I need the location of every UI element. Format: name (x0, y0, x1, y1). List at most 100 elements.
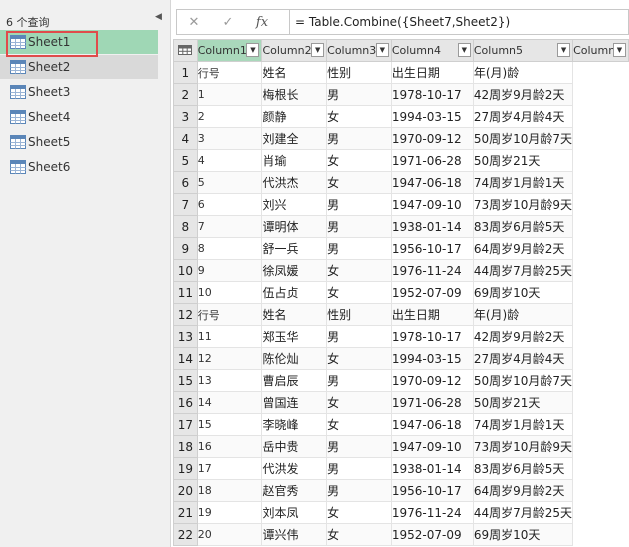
row-number[interactable]: 19 (173, 457, 198, 480)
table-cell[interactable]: 赵官秀 (261, 479, 328, 502)
table-cell[interactable]: 男 (326, 369, 392, 392)
table-cell[interactable]: 2 (196, 105, 263, 128)
column-header-4[interactable]: Column4 ▼ (390, 39, 474, 62)
row-number[interactable]: 20 (173, 479, 198, 502)
table-cell[interactable]: 16 (196, 435, 263, 458)
table-cell[interactable]: 1947-09-10 (390, 193, 474, 216)
table-cell[interactable]: 女 (326, 149, 392, 172)
row-number[interactable]: 10 (173, 259, 198, 282)
row-number[interactable]: 11 (173, 281, 198, 304)
table-cell[interactable]: 男 (326, 325, 392, 348)
table-cell[interactable]: 行号 (196, 61, 263, 84)
table-cell[interactable]: 女 (326, 259, 392, 282)
row-number[interactable]: 17 (173, 413, 198, 436)
table-cell[interactable]: 9 (196, 259, 263, 282)
query-item-sheet4[interactable]: Sheet4 (0, 105, 158, 129)
table-cell[interactable]: 1947-06-18 (390, 171, 474, 194)
table-cell[interactable]: 郑玉华 (261, 325, 328, 348)
table-cell[interactable]: 1971-06-28 (390, 391, 474, 414)
table-cell[interactable]: 女 (326, 347, 392, 370)
column-header-1[interactable]: Column1 ▼ (196, 39, 263, 62)
table-cell[interactable]: 8 (196, 237, 263, 260)
table-cell[interactable]: 1956-10-17 (390, 479, 474, 502)
table-cell[interactable]: 1952-07-09 (390, 523, 474, 546)
row-number[interactable]: 18 (173, 435, 198, 458)
row-number[interactable]: 15 (173, 369, 198, 392)
row-number[interactable]: 6 (173, 171, 198, 194)
table-cell[interactable]: 17 (196, 457, 263, 480)
query-item-sheet3[interactable]: Sheet3 (0, 80, 158, 104)
row-number[interactable]: 8 (173, 215, 198, 238)
table-cell[interactable]: 姓名 (261, 303, 328, 326)
query-item-sheet1[interactable]: Sheet1 (0, 30, 158, 54)
table-cell[interactable]: 1970-09-12 (390, 369, 474, 392)
table-cell[interactable]: 1994-03-15 (390, 347, 474, 370)
column-header-5[interactable]: Column5 ▼ (472, 39, 574, 62)
table-cell[interactable]: 5 (196, 171, 263, 194)
table-cell[interactable]: 代洪发 (261, 457, 328, 480)
table-cell[interactable]: 女 (326, 523, 392, 546)
table-cell[interactable]: 1976-11-24 (390, 259, 474, 282)
column-header-2[interactable]: Column2 ▼ (261, 39, 328, 62)
table-cell[interactable]: 69周岁10天 (472, 281, 574, 304)
table-cell[interactable]: 50周岁21天 (472, 149, 574, 172)
row-number[interactable]: 4 (173, 127, 198, 150)
chevron-down-icon[interactable]: ▼ (457, 43, 471, 57)
table-cell[interactable]: 73周岁10月龄9天 (472, 193, 574, 216)
table-cell[interactable]: 女 (326, 501, 392, 524)
table-cell[interactable]: 20 (196, 523, 263, 546)
table-cell[interactable]: 谭明体 (261, 215, 328, 238)
table-cell[interactable]: 42周岁9月龄2天 (472, 325, 574, 348)
table-cell[interactable]: 50周岁21天 (472, 391, 574, 414)
table-cell[interactable]: 1938-01-14 (390, 215, 474, 238)
table-cell[interactable]: 1947-06-18 (390, 413, 474, 436)
row-number[interactable]: 22 (173, 523, 198, 546)
table-cell[interactable]: 女 (326, 413, 392, 436)
table-cell[interactable]: 69周岁10天 (472, 523, 574, 546)
row-number[interactable]: 3 (173, 105, 198, 128)
table-cell[interactable]: 3 (196, 127, 263, 150)
table-cell[interactable]: 梅根长 (261, 83, 328, 106)
column-header-6[interactable]: Column6 ▼ (572, 39, 629, 62)
table-cell[interactable]: 12 (196, 347, 263, 370)
row-number[interactable]: 12 (173, 303, 198, 326)
formula-input[interactable]: = Table.Combine({Sheet7,Sheet2}) (289, 10, 628, 34)
table-cell[interactable]: 年(月)龄 (472, 303, 574, 326)
table-cell[interactable]: 曹启辰 (261, 369, 328, 392)
table-cell[interactable]: 男 (326, 435, 392, 458)
query-item-sheet2[interactable]: Sheet2 (0, 55, 158, 79)
table-cell[interactable]: 64周岁9月龄2天 (472, 237, 574, 260)
table-cell[interactable]: 27周岁4月龄4天 (472, 347, 574, 370)
table-cell[interactable]: 7 (196, 215, 263, 238)
chevron-down-icon[interactable]: ▼ (613, 43, 626, 57)
table-cell[interactable]: 4 (196, 149, 263, 172)
table-cell[interactable]: 男 (326, 457, 392, 480)
table-cell[interactable]: 岳中贵 (261, 435, 328, 458)
table-cell[interactable]: 舒一兵 (261, 237, 328, 260)
table-cell[interactable]: 谭兴伟 (261, 523, 328, 546)
table-cell[interactable]: 性别 (326, 303, 392, 326)
query-item-sheet5[interactable]: Sheet5 (0, 130, 158, 154)
table-cell[interactable]: 13 (196, 369, 263, 392)
table-cell[interactable]: 女 (326, 105, 392, 128)
row-number[interactable]: 21 (173, 501, 198, 524)
table-cell[interactable]: 肖瑜 (261, 149, 328, 172)
table-cell[interactable]: 徐凤媛 (261, 259, 328, 282)
table-cell[interactable]: 83周岁6月龄5天 (472, 457, 574, 480)
commit-icon[interactable]: ✓ (211, 10, 245, 34)
table-cell[interactable]: 1938-01-14 (390, 457, 474, 480)
table-cell[interactable]: 男 (326, 215, 392, 238)
table-cell[interactable]: 1976-11-24 (390, 501, 474, 524)
cancel-icon[interactable]: ✕ (177, 10, 211, 34)
table-cell[interactable]: 6 (196, 193, 263, 216)
table-cell[interactable]: 11 (196, 325, 263, 348)
table-cell[interactable]: 代洪杰 (261, 171, 328, 194)
table-cell[interactable]: 女 (326, 281, 392, 304)
table-cell[interactable]: 50周岁10月龄7天 (472, 369, 574, 392)
row-number[interactable]: 16 (173, 391, 198, 414)
table-cell[interactable]: 刘本凤 (261, 501, 328, 524)
table-cell[interactable]: 男 (326, 83, 392, 106)
table-cell[interactable]: 44周岁7月龄25天 (472, 501, 574, 524)
row-number[interactable]: 2 (173, 83, 198, 106)
table-cell[interactable]: 李晓峰 (261, 413, 328, 436)
